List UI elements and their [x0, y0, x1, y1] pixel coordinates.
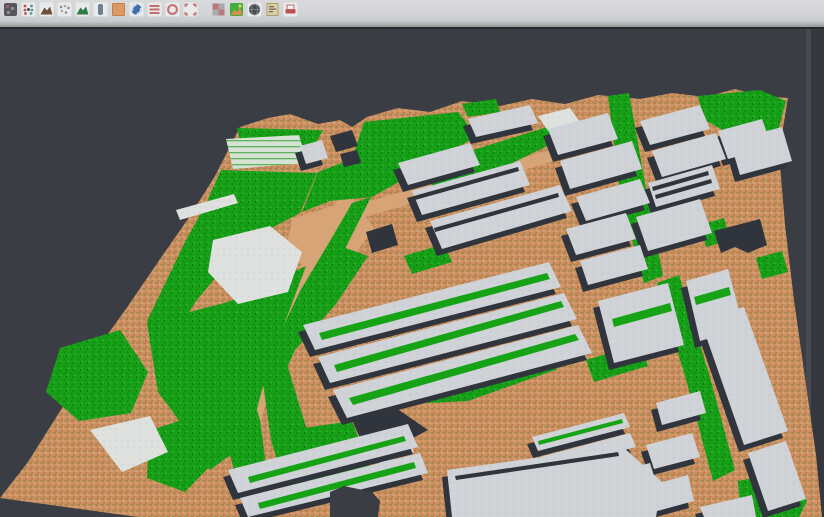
profile-icon[interactable]: [93, 2, 108, 17]
point-cloud-scene[interactable]: [0, 0, 824, 517]
toolbar: [0, 0, 824, 29]
dsm-icon[interactable]: [75, 2, 90, 17]
orbit-icon[interactable]: [129, 2, 144, 17]
points-icon[interactable]: [57, 2, 72, 17]
layers-icon[interactable]: [147, 2, 162, 17]
flatten-icon[interactable]: [283, 2, 298, 17]
greenhouses: [226, 135, 307, 169]
point-cloud-icon[interactable]: [3, 2, 18, 17]
selection-icon[interactable]: [183, 2, 198, 17]
target-icon[interactable]: [165, 2, 180, 17]
orthophoto-icon[interactable]: [229, 2, 244, 17]
terrain-icon[interactable]: [39, 2, 54, 17]
application-window: [0, 0, 824, 517]
clip-box-icon[interactable]: [111, 2, 126, 17]
measure-icon[interactable]: [265, 2, 280, 17]
texture-icon[interactable]: [211, 2, 226, 17]
classification-icon[interactable]: [21, 2, 36, 17]
globe-icon[interactable]: [247, 2, 262, 17]
